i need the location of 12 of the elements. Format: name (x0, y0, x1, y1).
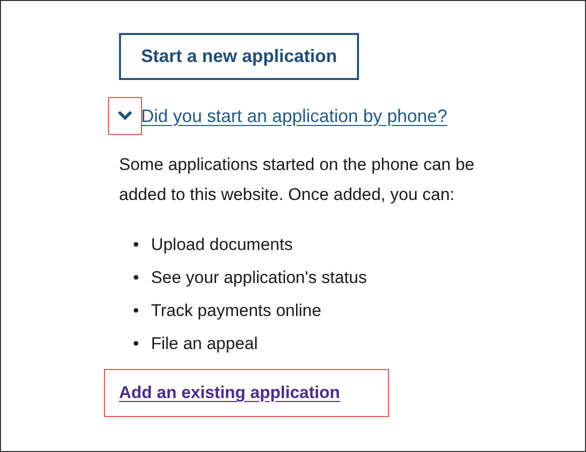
bullet-marker: • (133, 234, 139, 256)
benefit-item: File an appeal (150, 333, 258, 355)
start-application-button[interactable]: Start a new application (119, 33, 360, 80)
bullet-marker: • (133, 267, 139, 289)
bullet-marker: • (133, 300, 139, 322)
add-application-link[interactable]: Add an existing application (119, 383, 340, 402)
bullet-marker: • (133, 333, 139, 355)
intro-text: Some applications started on the phone can be added to this website. Once added, you can: (119, 154, 476, 206)
disclosure-link[interactable]: Did you start an application by phone? (141, 102, 448, 130)
benefit-item: See your application's status (150, 267, 367, 289)
benefit-item: Upload documents (150, 234, 293, 256)
benefit-item: Track payments online (150, 300, 322, 322)
